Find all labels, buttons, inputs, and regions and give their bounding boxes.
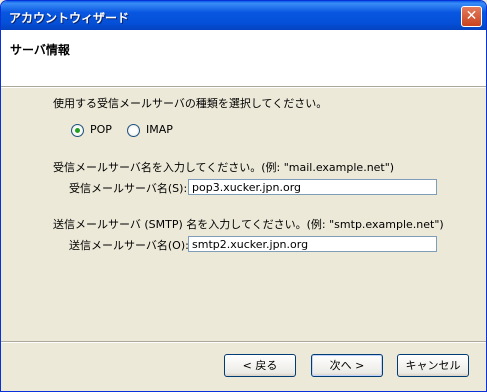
cancel-button[interactable]: キャンセル [397,354,469,377]
incoming-server-label: 受信メールサーバ名(S): [69,182,188,195]
incoming-server-input[interactable] [188,179,437,195]
footer-divider [1,341,486,343]
page-header: サーバ情報 [1,30,486,86]
back-button[interactable]: < 戻る [224,354,296,377]
server-type-instruction: 使用する受信メールサーバの種類を選択してください。 [53,97,328,110]
header-divider [1,86,486,88]
pop-radio[interactable] [71,124,84,137]
page-title: サーバ情報 [10,43,70,57]
imap-radio[interactable] [127,124,140,137]
pop-radio-label[interactable]: POP [90,123,112,136]
close-icon[interactable]: ✕ [461,6,482,27]
outgoing-server-label: 送信メールサーバ名(O): [69,239,189,252]
account-wizard-window: アカウントウィザード ✕ サーバ情報 使用する受信メールサーバの種類を選択してく… [0,0,487,392]
incoming-server-prompt: 受信メールサーバ名を入力してください。(例: "mail.example.net… [53,161,395,174]
imap-radio-label[interactable]: IMAP [146,123,173,136]
window-title: アカウントウィザード [9,11,130,25]
outgoing-server-prompt: 送信メールサーバ (SMTP) 名を入力してください。(例: "smtp.exa… [53,218,444,231]
next-button[interactable]: 次へ > [311,354,383,377]
server-info-panel: 使用する受信メールサーバの種類を選択してください。 POP IMAP 受信メール… [1,89,486,339]
outgoing-server-input[interactable] [188,236,437,252]
title-bar[interactable]: アカウントウィザード ✕ [1,1,486,30]
